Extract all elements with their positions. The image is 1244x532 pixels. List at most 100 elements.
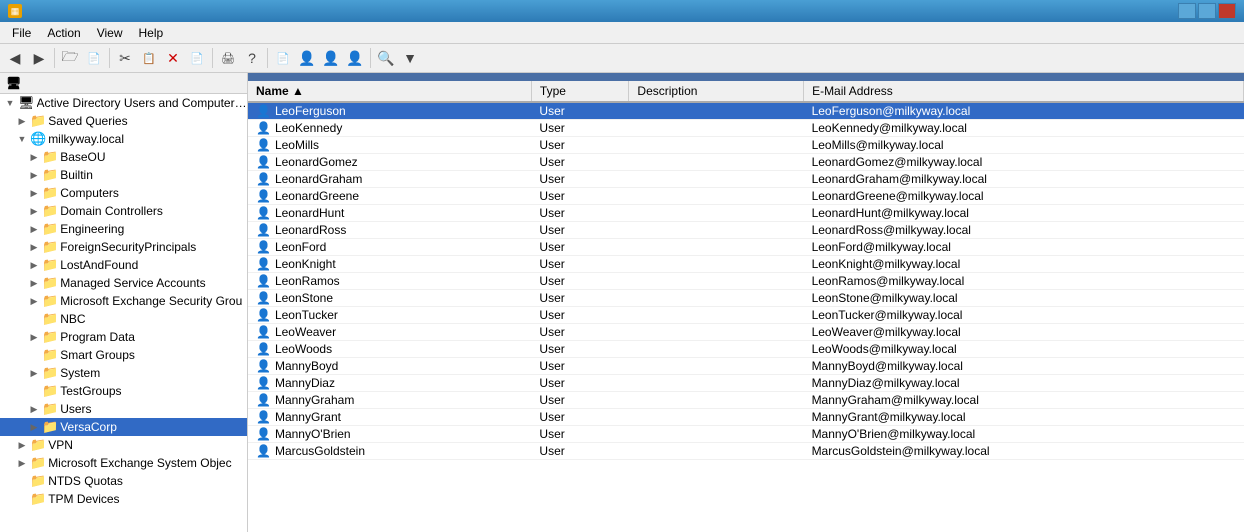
toolbar-cut[interactable]: ✂ [114, 47, 136, 69]
cell-description [629, 256, 804, 273]
table-row[interactable]: 👤LeoWeaverUserLeoWeaver@milkyway.local [248, 324, 1244, 341]
tree-item[interactable]: ▶📁Domain Controllers [0, 202, 247, 220]
tree-folder-icon: 📁 [42, 293, 58, 309]
toolbar-open[interactable]: 🗁 [59, 47, 81, 69]
tree-item[interactable]: 📁NBC [0, 310, 247, 328]
tree-item[interactable]: ▶📁VPN [0, 436, 247, 454]
tree-item[interactable]: ▶📁Computers [0, 184, 247, 202]
tree-item[interactable]: ▶📁LostAndFound [0, 256, 247, 274]
expand-icon[interactable]: ▶ [28, 169, 40, 181]
table-row[interactable]: 👤LeonardHuntUserLeonardHunt@milkyway.loc… [248, 205, 1244, 222]
expand-icon[interactable]: ▶ [28, 151, 40, 163]
expand-icon[interactable]: ▶ [28, 331, 40, 343]
table-row[interactable]: 👤LeonRamosUserLeonRamos@milkyway.local [248, 273, 1244, 290]
expand-icon[interactable]: ▶ [16, 115, 28, 127]
collapse-icon[interactable]: ▼ [4, 97, 16, 109]
table-row[interactable]: 👤LeonTuckerUserLeonTucker@milkyway.local [248, 307, 1244, 324]
user-icon: 👤 [256, 274, 271, 288]
table-row[interactable]: 👤LeoFergusonUserLeoFerguson@milkyway.loc… [248, 102, 1244, 120]
expand-icon[interactable]: ▶ [28, 367, 40, 379]
expand-icon[interactable]: ▶ [28, 403, 40, 415]
minimize-button[interactable] [1178, 3, 1196, 19]
expand-icon[interactable] [28, 349, 40, 361]
table-row[interactable]: 👤LeonardRossUserLeonardRoss@milkyway.loc… [248, 222, 1244, 239]
toolbar-user1[interactable]: 👤 [296, 47, 318, 69]
toolbar-copy[interactable]: 📋 [138, 47, 160, 69]
toolbar-new[interactable]: 📄 [83, 47, 105, 69]
toolbar-print[interactable]: 🖨 [217, 47, 239, 69]
table-row[interactable]: 👤LeonStoneUserLeonStone@milkyway.local [248, 290, 1244, 307]
expand-icon[interactable]: ▶ [28, 259, 40, 271]
expand-icon[interactable]: ▶ [28, 295, 40, 307]
expand-icon[interactable]: ▶ [28, 241, 40, 253]
toolbar-user2[interactable]: 👤 [320, 47, 342, 69]
toolbar-connect[interactable]: 📄 [272, 47, 294, 69]
user-name: MannyGrant [275, 410, 341, 424]
toolbar-filter-dropdown[interactable]: ▼ [399, 47, 421, 69]
toolbar-forward[interactable]: ▶ [28, 47, 50, 69]
tree-item[interactable]: ▶📁Program Data [0, 328, 247, 346]
tree-item[interactable]: ▶📁Microsoft Exchange Security Grou [0, 292, 247, 310]
tree-item[interactable]: ▶📁System [0, 364, 247, 382]
expand-icon[interactable] [28, 313, 40, 325]
table-row[interactable]: 👤LeonFordUserLeonFord@milkyway.local [248, 239, 1244, 256]
toolbar-delete[interactable]: ✕ [162, 47, 184, 69]
tree-item[interactable]: 📁Smart Groups [0, 346, 247, 364]
tree-item[interactable]: ▶📁Microsoft Exchange System Objec [0, 454, 247, 472]
tree-item[interactable]: ▼🌐milkyway.local [0, 130, 247, 148]
tree-item[interactable]: 📁TestGroups [0, 382, 247, 400]
table-row[interactable]: 👤LeonardGrahamUserLeonardGraham@milkyway… [248, 171, 1244, 188]
tree-item[interactable]: ▶📁Builtin [0, 166, 247, 184]
table-row[interactable]: 👤MannyO'BrienUserMannyO'Brien@milkyway.l… [248, 426, 1244, 443]
table-row[interactable]: 👤MannyDiazUserMannyDiaz@milkyway.local [248, 375, 1244, 392]
expand-icon[interactable] [16, 475, 28, 487]
table-row[interactable]: 👤LeoMillsUserLeoMills@milkyway.local [248, 137, 1244, 154]
tree-item[interactable]: ▼🖥Active Directory Users and Computers [… [0, 94, 247, 112]
table-row[interactable]: 👤LeonKnightUserLeonKnight@milkyway.local [248, 256, 1244, 273]
table-row[interactable]: 👤LeonardGomezUserLeonardGomez@milkyway.l… [248, 154, 1244, 171]
table-row[interactable]: 👤LeonardGreeneUserLeonardGreene@milkyway… [248, 188, 1244, 205]
table-row[interactable]: 👤MannyBoydUserMannyBoyd@milkyway.local [248, 358, 1244, 375]
table-row[interactable]: 👤MannyGrantUserMannyGrant@milkyway.local [248, 409, 1244, 426]
toolbar-help[interactable]: ? [241, 47, 263, 69]
toolbar-filter[interactable]: 🔍 [375, 47, 397, 69]
tree-item[interactable]: ▶📁BaseOU [0, 148, 247, 166]
tree-item[interactable]: 📁NTDS Quotas [0, 472, 247, 490]
cell-name: 👤LeonRamos [248, 273, 531, 289]
table-row[interactable]: 👤MarcusGoldsteinUserMarcusGoldstein@milk… [248, 443, 1244, 460]
col-type[interactable]: Type [531, 81, 629, 102]
cell-email: LeonardGreene@milkyway.local [804, 188, 1244, 205]
toolbar-user3[interactable]: 👤 [344, 47, 366, 69]
expand-icon[interactable]: ▶ [28, 223, 40, 235]
expand-icon[interactable]: ▶ [16, 457, 28, 469]
col-name[interactable]: Name ▲ [248, 81, 531, 102]
expand-icon[interactable]: ▶ [28, 277, 40, 289]
close-button[interactable] [1218, 3, 1236, 19]
expand-icon[interactable]: ▶ [28, 421, 40, 433]
maximize-button[interactable] [1198, 3, 1216, 19]
menu-item-view[interactable]: View [89, 24, 131, 42]
tree-item[interactable]: ▶📁Users [0, 400, 247, 418]
expand-icon[interactable] [28, 385, 40, 397]
tree-item[interactable]: ▶📁Managed Service Accounts [0, 274, 247, 292]
col-description[interactable]: Description [629, 81, 804, 102]
table-row[interactable]: 👤LeoKennedyUserLeoKennedy@milkyway.local [248, 120, 1244, 137]
menu-item-action[interactable]: Action [39, 24, 88, 42]
expand-icon[interactable] [16, 493, 28, 505]
expand-icon[interactable]: ▶ [28, 187, 40, 199]
tree-item[interactable]: ▶📁VersaCorp [0, 418, 247, 436]
tree-item[interactable]: 📁TPM Devices [0, 490, 247, 508]
col-email[interactable]: E-Mail Address [804, 81, 1244, 102]
table-row[interactable]: 👤MannyGrahamUserMannyGraham@milkyway.loc… [248, 392, 1244, 409]
menu-item-file[interactable]: File [4, 24, 39, 42]
expand-icon[interactable]: ▶ [16, 439, 28, 451]
tree-item[interactable]: ▶📁Engineering [0, 220, 247, 238]
collapse-icon[interactable]: ▼ [16, 133, 28, 145]
toolbar-properties[interactable]: 📄 [186, 47, 208, 69]
tree-item[interactable]: ▶📁Saved Queries [0, 112, 247, 130]
menu-item-help[interactable]: Help [131, 24, 172, 42]
expand-icon[interactable]: ▶ [28, 205, 40, 217]
table-row[interactable]: 👤LeoWoodsUserLeoWoods@milkyway.local [248, 341, 1244, 358]
toolbar-back[interactable]: ◀ [4, 47, 26, 69]
tree-item[interactable]: ▶📁ForeignSecurityPrincipals [0, 238, 247, 256]
